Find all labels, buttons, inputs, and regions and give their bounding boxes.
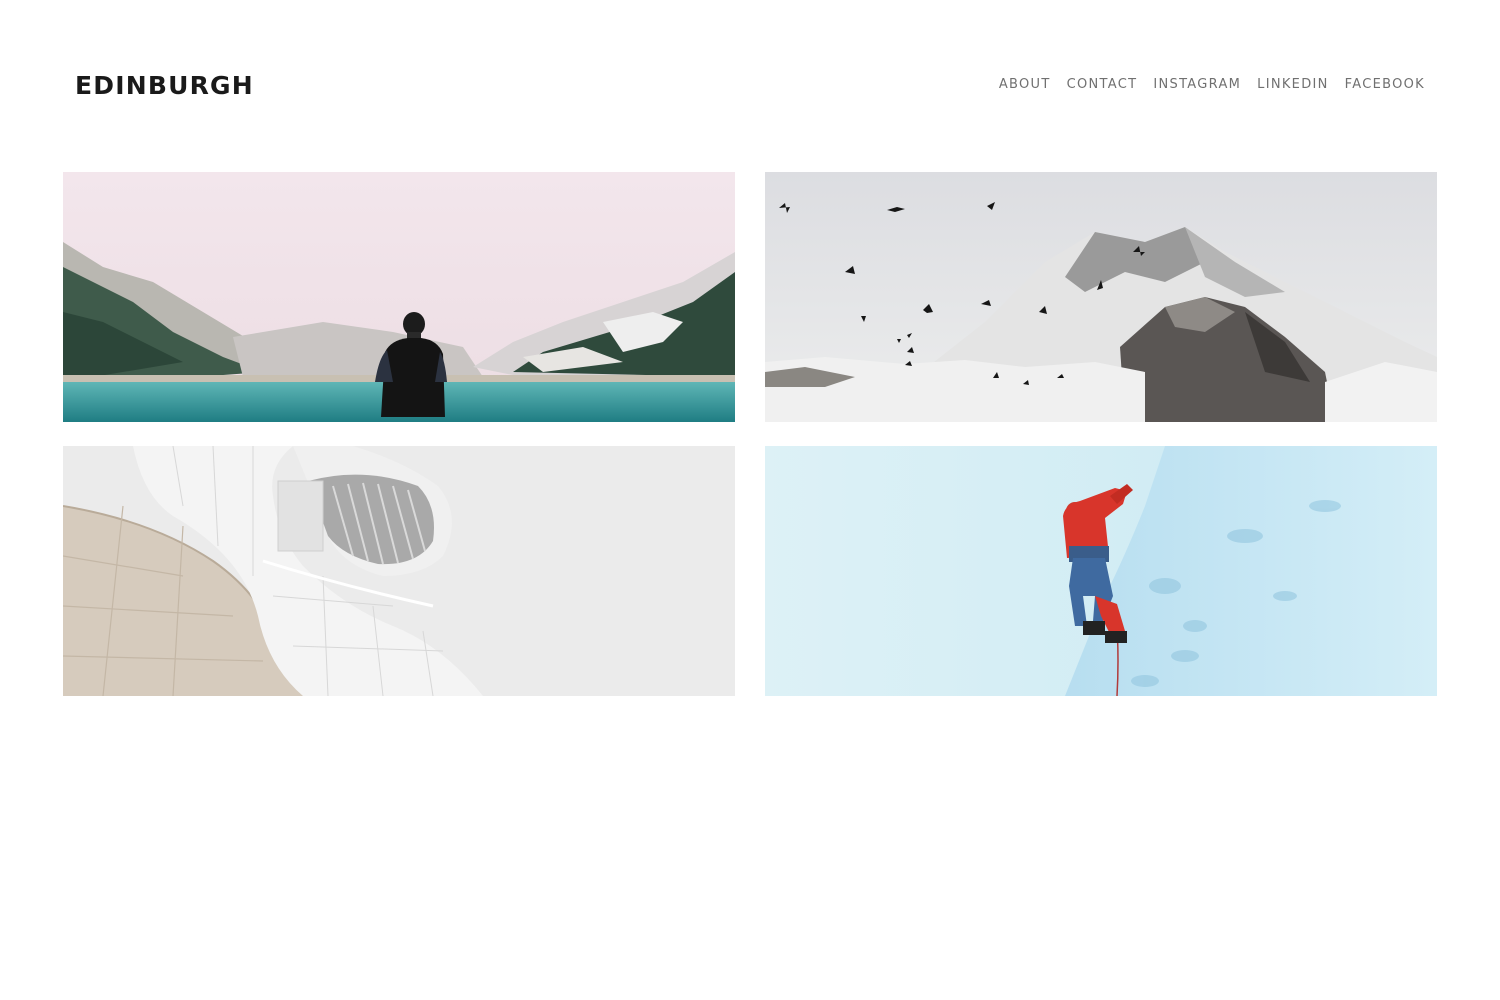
- gallery-grid: [63, 172, 1437, 696]
- nav-item-linkedin[interactable]: LINKEDIN: [1257, 76, 1329, 94]
- gallery-item-climber[interactable]: [765, 446, 1437, 696]
- site-header: EDINBURGH ABOUT CONTACT INSTAGRAM LINKED…: [0, 0, 1500, 172]
- main-nav: ABOUT CONTACT INSTAGRAM LINKEDIN FACEBOO…: [999, 76, 1425, 94]
- gallery-item-birds[interactable]: [765, 172, 1437, 422]
- ice-climber-image: [765, 446, 1437, 696]
- site-title[interactable]: EDINBURGH: [75, 69, 254, 103]
- gallery-item-lake[interactable]: [63, 172, 735, 422]
- gallery-item-architecture[interactable]: [63, 446, 735, 696]
- architecture-image: [63, 446, 735, 696]
- nav-item-contact[interactable]: CONTACT: [1067, 76, 1138, 94]
- nav-item-about[interactable]: ABOUT: [999, 76, 1051, 94]
- lake-mountain-image: [63, 172, 735, 422]
- nav-item-facebook[interactable]: FACEBOOK: [1345, 76, 1425, 94]
- snowy-mountain-birds-image: [765, 172, 1437, 422]
- nav-item-instagram[interactable]: INSTAGRAM: [1153, 76, 1241, 94]
